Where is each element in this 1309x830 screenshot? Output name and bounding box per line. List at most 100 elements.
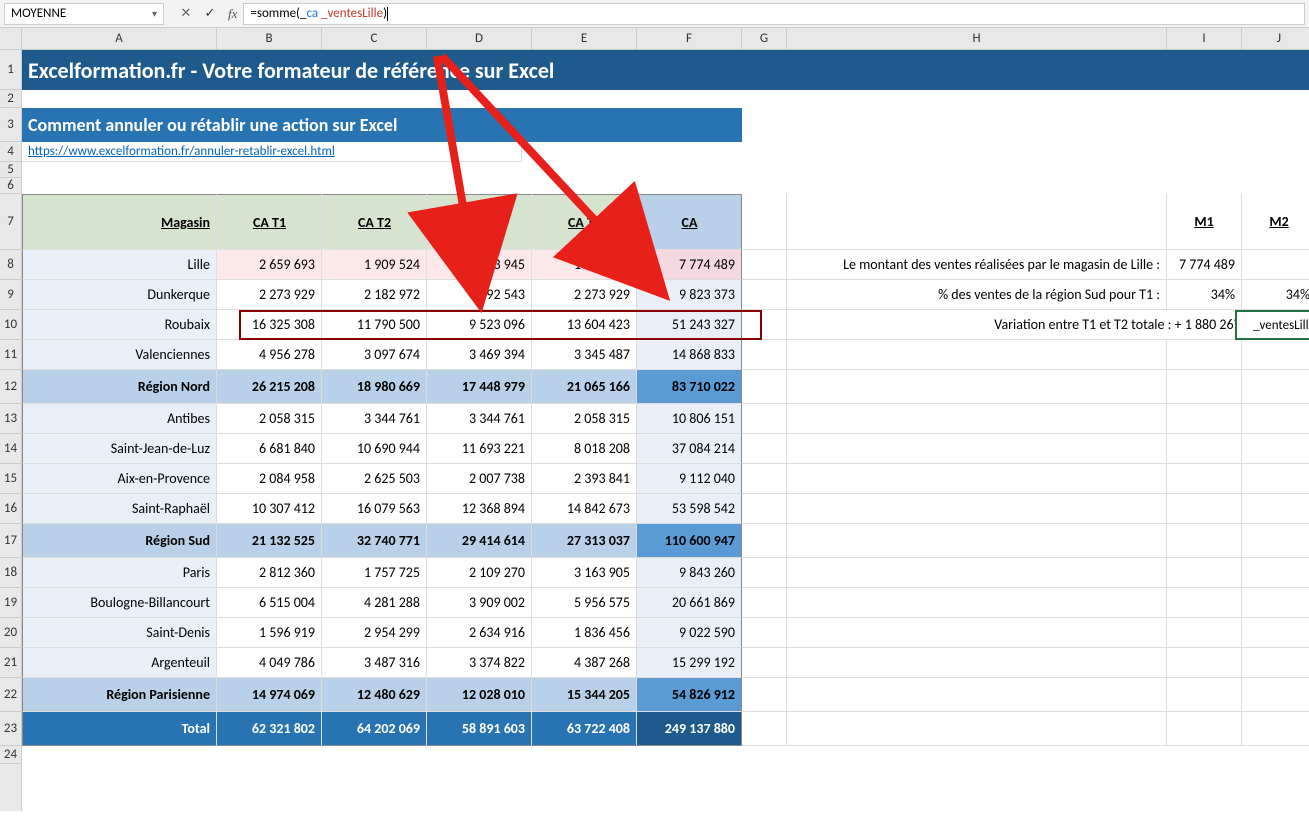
col-header-G[interactable]: G (742, 28, 787, 49)
active-edit-cell[interactable]: _ventesLille) (1235, 310, 1309, 340)
cell (787, 194, 1167, 250)
col-header-C[interactable]: C (322, 28, 427, 49)
row-header-13[interactable]: 13 (0, 404, 21, 434)
ca-t4-value: 3 163 905 (532, 558, 637, 588)
row-header-1[interactable]: 1 (0, 50, 21, 90)
cell (742, 648, 787, 678)
chevron-down-icon[interactable]: ▾ (152, 7, 157, 20)
page-title: Excelformation.fr - Votre formateur de r… (22, 50, 1309, 90)
fx-icon[interactable]: fx (228, 6, 237, 22)
row-header-22[interactable]: 22 (0, 678, 21, 712)
cell (1242, 618, 1309, 648)
cell (787, 370, 1167, 404)
text-caret (387, 7, 388, 21)
row-header-6[interactable]: 6 (0, 178, 21, 194)
ca-total-value: 20 661 869 (637, 588, 742, 618)
row-header-7[interactable]: 7 (0, 194, 21, 250)
cell (742, 194, 787, 250)
ca-total-value: 14 868 833 (637, 340, 742, 370)
col-header-J[interactable]: J (1242, 28, 1309, 49)
ca-total-value: 9 112 040 (637, 464, 742, 494)
row-header-14[interactable]: 14 (0, 434, 21, 464)
cell (1167, 494, 1242, 524)
row-header-18[interactable]: 18 (0, 558, 21, 588)
row-header-9[interactable]: 9 (0, 280, 21, 310)
ca-t4-value: 5 956 575 (532, 588, 637, 618)
ca-t3-value: 17 448 979 (427, 370, 532, 404)
ca-total-value: 10 806 151 (637, 404, 742, 434)
col-header-ca-t1: CA T1 (217, 194, 322, 250)
row-header-15[interactable]: 15 (0, 464, 21, 494)
row-header-8[interactable]: 8 (0, 250, 21, 280)
row-header-23[interactable]: 23 (0, 712, 21, 746)
row-header-10[interactable]: 10 (0, 310, 21, 340)
cell (742, 618, 787, 648)
ca-total-value: 83 710 022 (637, 370, 742, 404)
cell (787, 712, 1167, 746)
ca-t1-value: 2 058 315 (217, 404, 322, 434)
cancel-formula-button[interactable]: ✕ (174, 3, 198, 25)
row-header-20[interactable]: 20 (0, 618, 21, 648)
col-header-F[interactable]: F (637, 28, 742, 49)
ca-t2-value: 11 790 500 (322, 310, 427, 340)
tutorial-link[interactable]: https://www.excelformation.fr/annuler-re… (22, 142, 522, 162)
row-header-2[interactable]: 2 (0, 90, 21, 108)
side-label-variation: Variation entre T1 et T2 totale : + 1 88… (787, 310, 1309, 340)
row-header-11[interactable]: 11 (0, 340, 21, 370)
ca-t4-value: 1 836 456 (532, 618, 637, 648)
side-value-m2-lille[interactable] (1242, 250, 1309, 280)
cell (1167, 464, 1242, 494)
row-header-5[interactable]: 5 (0, 162, 21, 178)
col-header-B[interactable]: B (217, 28, 322, 49)
ca-t2-value: 3 344 761 (322, 404, 427, 434)
row-header-24[interactable]: 24 (0, 746, 21, 764)
ca-t2-value: 3 487 316 (322, 648, 427, 678)
ca-t3-value: 3 469 394 (427, 340, 532, 370)
col-header-ca-t3: CA T3 (427, 194, 532, 250)
ca-t3-value: 1 363 945 (427, 250, 532, 280)
cell (787, 618, 1167, 648)
ca-t1-value: 4 049 786 (217, 648, 322, 678)
cell (787, 494, 1167, 524)
ca-t2-value: 32 740 771 (322, 524, 427, 558)
select-all-corner[interactable] (0, 28, 22, 50)
cell (1242, 712, 1309, 746)
row-header-21[interactable]: 21 (0, 648, 21, 678)
store-name: Argenteuil (22, 648, 217, 678)
col-header-A[interactable]: A (22, 28, 217, 49)
ca-t1-value: 1 596 919 (217, 618, 322, 648)
spreadsheet-grid[interactable]: _ventesLille) Excelformation.fr - Votre … (22, 50, 1309, 811)
col-header-E[interactable]: E (532, 28, 637, 49)
confirm-formula-button[interactable]: ✓ (198, 3, 222, 25)
cell (742, 524, 787, 558)
cell (787, 524, 1167, 558)
row-header-17[interactable]: 17 (0, 524, 21, 558)
row-header-4[interactable]: 4 (0, 142, 21, 162)
ca-t3-value: 3 092 543 (427, 280, 532, 310)
row-header-19[interactable]: 19 (0, 588, 21, 618)
col-header-H[interactable]: H (787, 28, 1167, 49)
side-label-lille: Le montant des ventes réalisées par le m… (787, 250, 1167, 280)
ca-t3-value: 9 523 096 (427, 310, 532, 340)
name-box[interactable]: MOYENNE ▾ (4, 3, 164, 25)
ca-t4-value: 2 058 315 (532, 404, 637, 434)
cell (1167, 648, 1242, 678)
cell (787, 588, 1167, 618)
col-header-ca-t2: CA T2 (322, 194, 427, 250)
col-header-I[interactable]: I (1167, 28, 1242, 49)
ca-t4-value: 8 018 208 (532, 434, 637, 464)
cell (742, 434, 787, 464)
ca-t1-value: 21 132 525 (217, 524, 322, 558)
ca-t4-value: 13 604 423 (532, 310, 637, 340)
store-name: Paris (22, 558, 217, 588)
row-header-16[interactable]: 16 (0, 494, 21, 524)
ca-t4-value: 15 344 205 (532, 678, 637, 712)
ca-t2-value: 4 281 288 (322, 588, 427, 618)
formula-input[interactable]: =somme(_ca _ventesLille) (243, 3, 1305, 25)
ca-total-value: 37 084 214 (637, 434, 742, 464)
row-header-3[interactable]: 3 (0, 108, 21, 142)
cell (787, 404, 1167, 434)
cell (1242, 370, 1309, 404)
row-header-12[interactable]: 12 (0, 370, 21, 404)
col-header-D[interactable]: D (427, 28, 532, 49)
